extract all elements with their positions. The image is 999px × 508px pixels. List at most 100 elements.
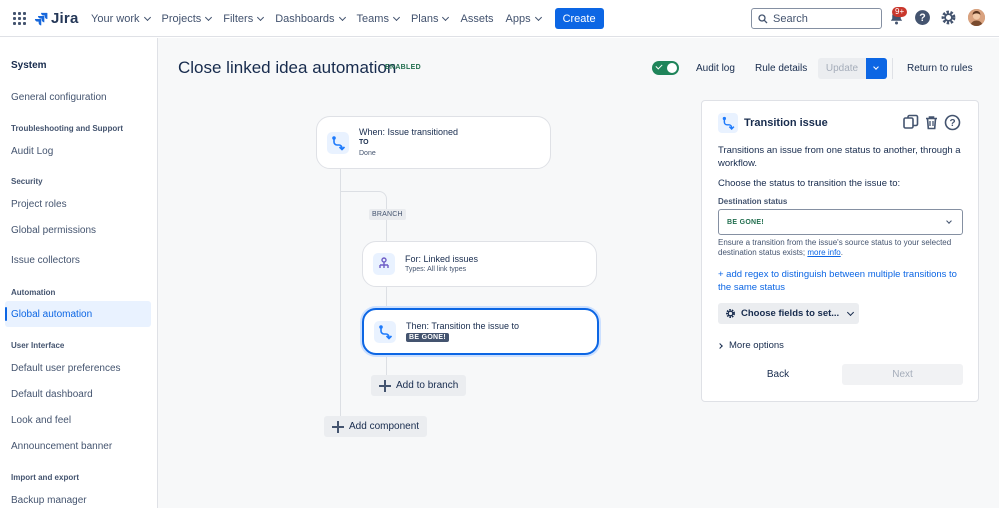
nav-label: Your work (91, 12, 140, 25)
component-config-panel: Transition issue ? Transitions an issue … (701, 100, 979, 402)
chevron-down-icon (257, 13, 265, 21)
chevron-down-icon (946, 218, 952, 224)
help-text-end: . (840, 248, 843, 257)
nav-your-work[interactable]: Your work (91, 12, 151, 25)
help-icon[interactable]: ? (914, 9, 931, 26)
sidebar-item-global-automation[interactable]: Global automation (11, 309, 92, 320)
trigger-card[interactable]: When: Issue transitioned TO Done (316, 116, 551, 169)
update-dropdown-button[interactable] (866, 58, 887, 79)
sidebar-item-default-user-preferences[interactable]: Default user preferences (11, 363, 121, 374)
destination-status-value: BE GONE! (727, 219, 765, 226)
nav-label: Assets (460, 12, 494, 25)
nav-assets[interactable]: Assets (460, 13, 493, 25)
action-card[interactable]: Then: Transition the issue to BE GONE! (362, 308, 599, 355)
add-regex-link[interactable]: + add regex to distinguish between multi… (718, 268, 968, 294)
brand-name: Jira (51, 10, 79, 27)
plus-icon (332, 420, 344, 433)
sidebar-item-project-roles[interactable]: Project roles (11, 199, 67, 210)
nav-projects[interactable]: Projects (161, 12, 213, 25)
add-component-label: Add component (349, 421, 420, 432)
choose-fields-button[interactable]: Choose fields to set... (718, 303, 859, 324)
sidebar-item-default-dashboard[interactable]: Default dashboard (11, 389, 93, 400)
search-input[interactable]: Search (751, 8, 882, 29)
rule-details-button[interactable]: Rule details (749, 58, 813, 79)
chevron-down-icon (205, 13, 213, 21)
nav-apps[interactable]: Apps (505, 12, 542, 25)
gear-icon[interactable] (940, 9, 957, 26)
nav-label: Filters (223, 12, 254, 25)
nav-plans[interactable]: Plans (410, 12, 450, 25)
return-to-rules-button[interactable]: Return to rules (901, 58, 979, 79)
nav-label: Apps (505, 12, 531, 25)
notification-badge: 9+ (892, 7, 908, 17)
app-switcher-icon[interactable] (13, 12, 26, 25)
nav-dashboards[interactable]: Dashboards (275, 12, 346, 25)
plus-icon (379, 379, 391, 392)
add-to-branch-button[interactable]: Add to branch (371, 375, 467, 396)
toggle-knob (667, 63, 677, 73)
top-navigation: Jira Your work Projects Filters Dashboar… (0, 0, 999, 37)
sidebar-item-global-permissions[interactable]: Global permissions (11, 225, 96, 236)
create-button[interactable]: Create (554, 8, 604, 29)
sidebar-heading-user-interface: User Interface (11, 341, 65, 350)
nav-items: Your work Projects Filters Dashboards Te… (91, 0, 604, 37)
update-button[interactable]: Update (818, 58, 866, 79)
sidebar-item-issue-collectors[interactable]: Issue collectors (11, 255, 80, 266)
help-icon[interactable]: ? (944, 114, 961, 131)
transition-icon (327, 132, 349, 154)
sidebar: System General configuration Troubleshoo… (0, 38, 158, 508)
panel-choose-text: Choose the status to transition the issu… (718, 178, 901, 189)
status-badge: ENABLED (385, 64, 421, 71)
avatar-image (968, 9, 985, 26)
sidebar-heading-import-export: Import and export (11, 473, 80, 482)
branch-connector-curve (340, 191, 387, 207)
sidebar-item-audit-log[interactable]: Audit Log (11, 146, 53, 157)
trash-icon[interactable] (923, 114, 940, 131)
sidebar-item-announcement-banner[interactable]: Announcement banner (11, 441, 112, 452)
nav-teams[interactable]: Teams (356, 12, 400, 25)
duplicate-icon[interactable] (902, 114, 919, 131)
chevron-down-icon (873, 64, 879, 70)
nav-filters[interactable]: Filters (223, 12, 265, 25)
panel-title: Transition issue (744, 117, 828, 129)
destination-status-select[interactable]: BE GONE! (718, 209, 963, 235)
page-title: Close linked idea automation (178, 58, 397, 77)
nav-label: Projects (161, 12, 202, 25)
jira-logo[interactable]: Jira (34, 10, 79, 27)
more-options-toggle[interactable]: More options (717, 340, 784, 351)
add-component-button[interactable]: Add component (324, 416, 428, 437)
sidebar-heading-security: Security (11, 177, 43, 186)
panel-description: Transitions an issue from one status to … (718, 145, 961, 169)
user-avatar[interactable] (968, 9, 985, 26)
more-options-label: More options (729, 340, 784, 351)
sidebar-item-backup-manager[interactable]: Backup manager (11, 495, 87, 506)
next-button[interactable]: Next (842, 364, 963, 385)
check-icon (655, 62, 663, 70)
main-content: Close linked idea automation ENABLED Aud… (158, 38, 999, 508)
chevron-down-icon (143, 13, 151, 21)
nav-label: Plans (410, 12, 439, 25)
transition-icon (374, 321, 396, 343)
rule-enabled-toggle[interactable] (652, 61, 679, 75)
chevron-down-icon (847, 308, 855, 316)
nav-label: Dashboards (275, 12, 335, 25)
audit-log-button[interactable]: Audit log (690, 58, 741, 79)
trigger-title: When: Issue transitioned (359, 127, 459, 137)
header-divider (892, 58, 893, 79)
chevron-right-icon (717, 342, 723, 349)
destination-help-text: Ensure a transition from the issue's sou… (718, 238, 968, 258)
more-info-link[interactable]: more info (807, 248, 840, 257)
branch-subtitle: Types: All link types (405, 266, 467, 273)
sidebar-item-look-and-feel[interactable]: Look and feel (11, 415, 71, 426)
sidebar-item-general-configuration[interactable]: General configuration (11, 92, 107, 103)
nav-label: Teams (356, 12, 389, 25)
branch-title: For: Linked issues (405, 254, 479, 264)
destination-status-label: Destination status (718, 197, 788, 206)
back-button[interactable]: Back (718, 364, 838, 385)
add-to-branch-label: Add to branch (396, 380, 459, 391)
sidebar-heading-troubleshooting: Troubleshooting and Support (11, 124, 123, 133)
action-title: Then: Transition the issue to (406, 321, 520, 331)
branch-card[interactable]: For: Linked issues Types: All link types (362, 241, 597, 287)
trigger-to-label: TO (359, 139, 369, 146)
search-icon (758, 13, 768, 23)
